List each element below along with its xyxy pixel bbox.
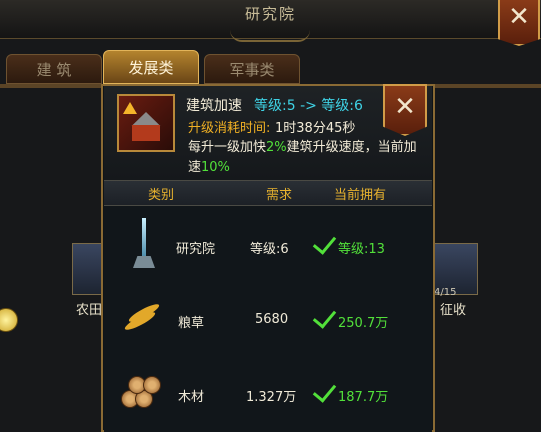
item-description: 每升一级加快2%建筑升级速度，当前加速10% xyxy=(188,140,417,175)
levy-count: 4/15 xyxy=(434,287,457,298)
row-have: 等级:13 xyxy=(338,242,385,257)
wheat-icon xyxy=(121,301,163,335)
wood-icon xyxy=(121,374,161,408)
build-speedup-icon xyxy=(117,94,175,152)
gold-coin-icon[interactable] xyxy=(0,308,18,332)
title-bar: 研究院 xyxy=(0,0,541,42)
row-have: 250.7万 xyxy=(338,316,389,331)
close-popup-button[interactable]: ✕ xyxy=(383,84,427,136)
upgrade-time-value: 1时38分45秒 xyxy=(275,121,356,136)
farm-label: 农田 xyxy=(76,303,103,318)
requirements-header: 类别 需求 当前拥有 xyxy=(104,180,432,206)
col-category: 类别 xyxy=(148,188,175,203)
row-need: 1.327万 xyxy=(246,390,297,405)
tab-development[interactable]: 发展类 xyxy=(103,50,199,84)
tower-icon xyxy=(133,218,155,270)
upgrade-time-label: 升级消耗时间: xyxy=(188,121,271,136)
row-name: 木材 xyxy=(178,390,205,405)
row-name: 粮草 xyxy=(178,316,205,331)
tab-buildings[interactable]: 建 筑 xyxy=(6,54,102,84)
levy-label: 征收 xyxy=(440,303,467,318)
window-title: 研究院 xyxy=(244,5,296,23)
col-required: 需求 xyxy=(266,188,293,203)
row-name: 研究院 xyxy=(176,242,216,257)
level-change: 等级:5 -> 等级:6 xyxy=(254,98,363,114)
tab-military[interactable]: 军事类 xyxy=(204,54,300,84)
title-ornament xyxy=(230,30,310,42)
close-window-button[interactable]: ✕ xyxy=(498,0,540,46)
col-owned: 当前拥有 xyxy=(334,188,387,203)
row-have: 187.7万 xyxy=(338,390,389,405)
row-need: 等级:6 xyxy=(250,242,289,257)
item-name: 建筑加速 xyxy=(186,98,242,114)
row-need: 5680 xyxy=(255,312,289,327)
